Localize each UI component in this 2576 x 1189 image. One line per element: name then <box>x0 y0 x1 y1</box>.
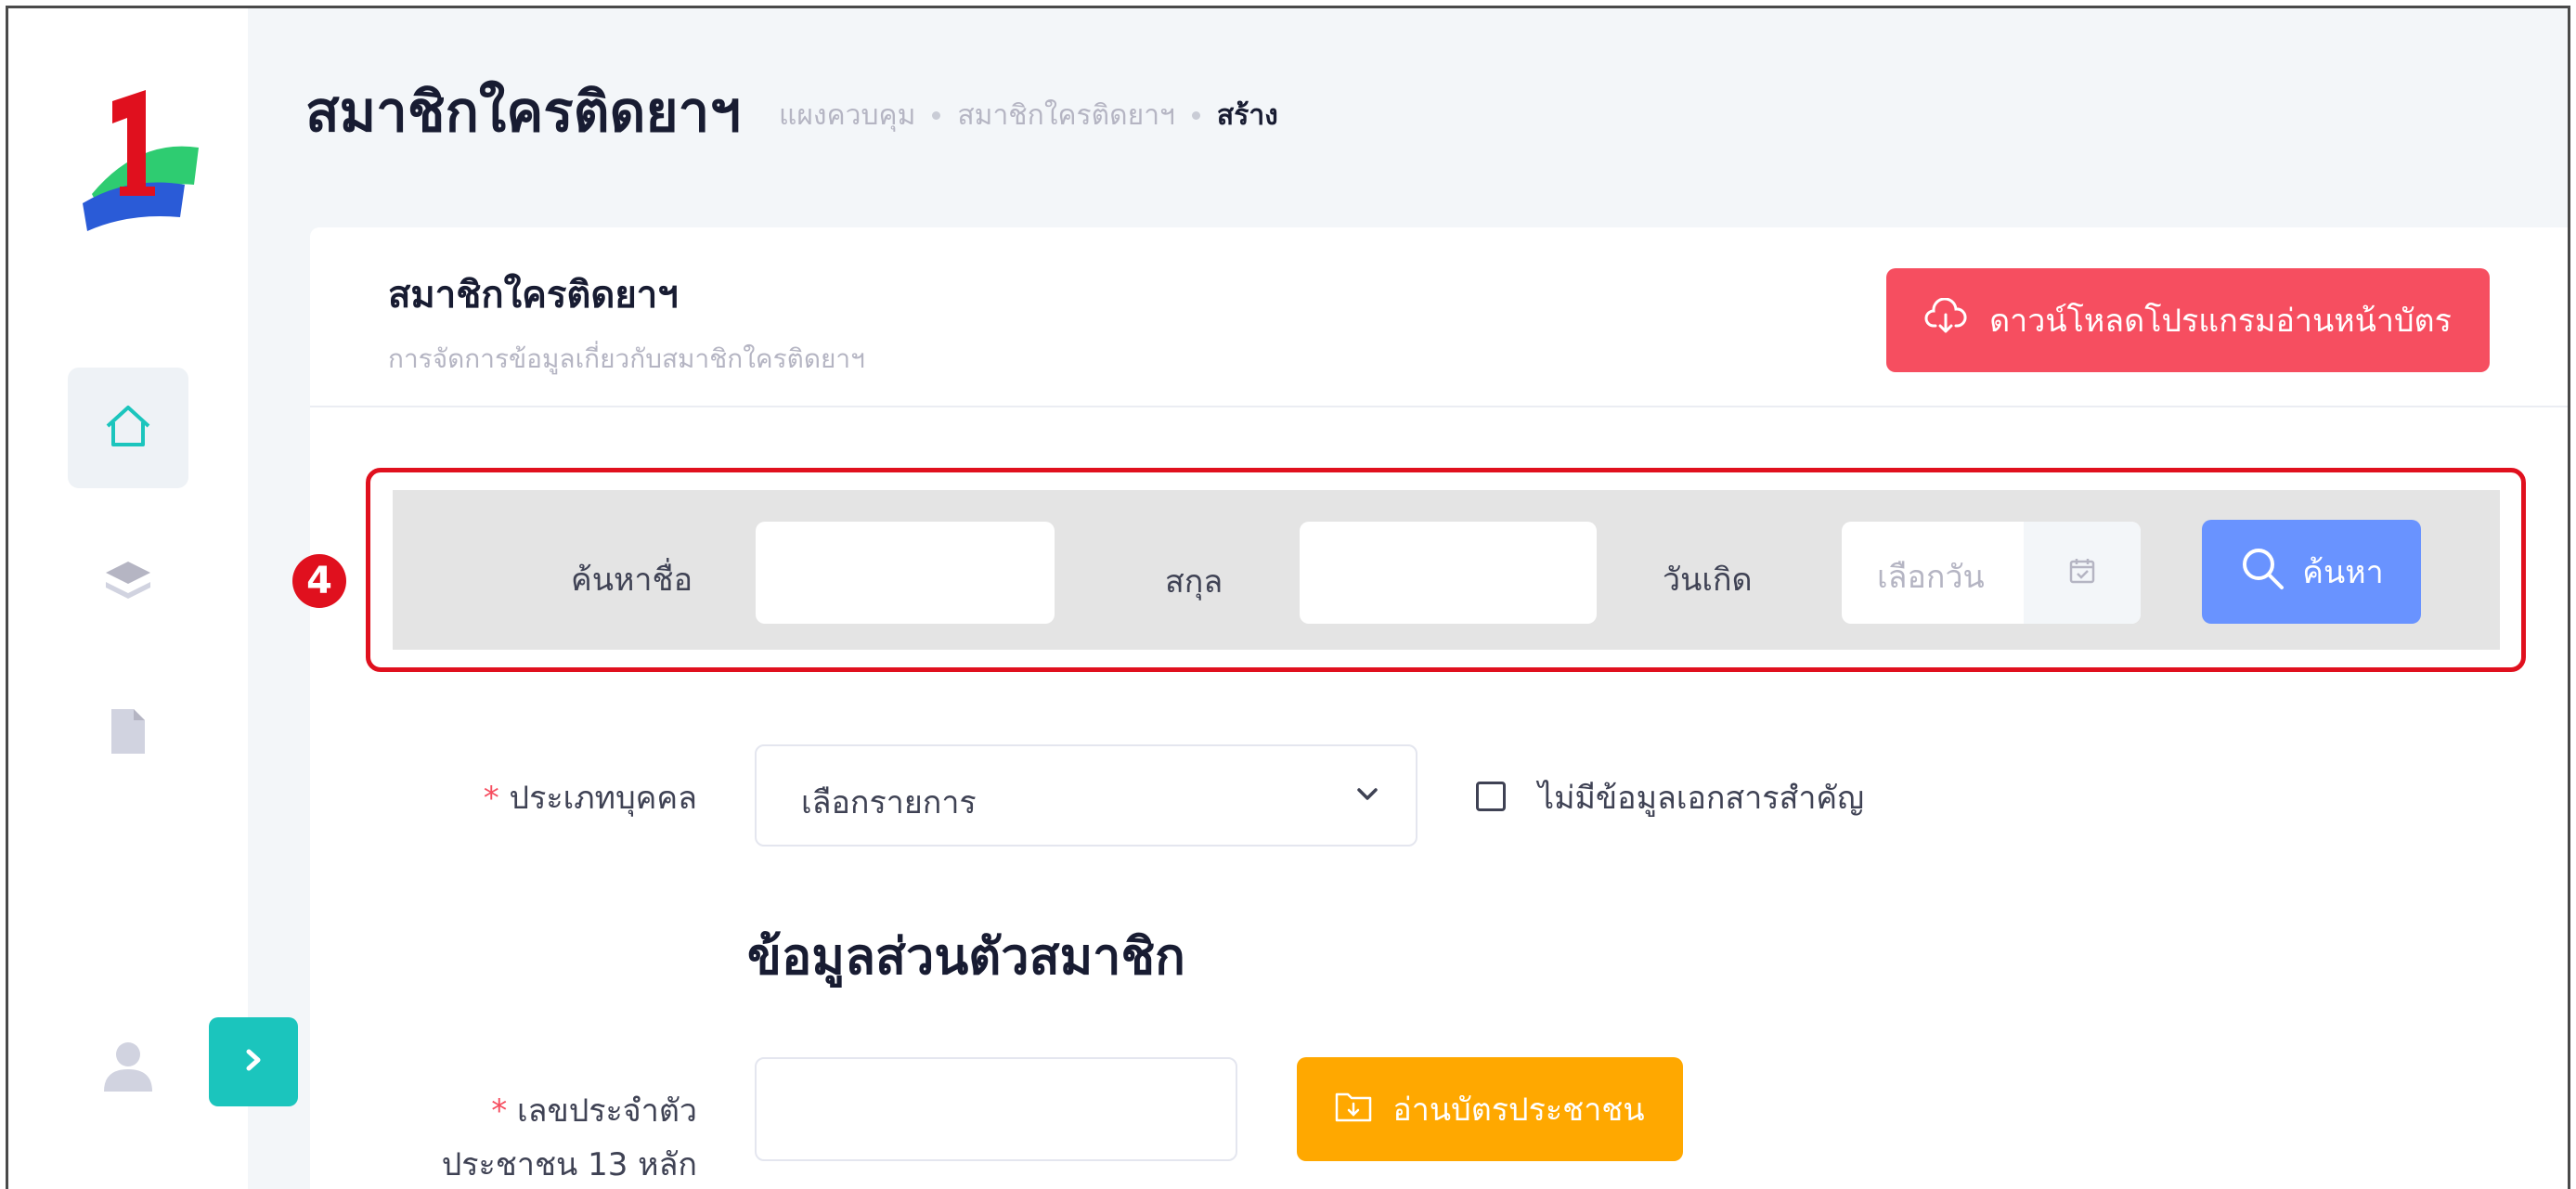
breadcrumb: แผงควบคุม สมาชิกใครติดยาฯ สร้าง <box>779 94 1278 137</box>
search-button-label: ค้นหา <box>2302 554 2384 591</box>
search-surname-label: สกุล <box>1165 563 1223 601</box>
card-title: สมาชิกใครติดยาฯ <box>388 274 679 317</box>
search-icon <box>2239 545 2285 600</box>
no-document-label[interactable]: ไม่มีข้อมูลเอกสารสำคัญ <box>1538 772 1864 822</box>
id-number-input[interactable] <box>755 1057 1237 1161</box>
breadcrumb-separator <box>932 111 941 120</box>
file-icon <box>110 707 147 759</box>
person-type-label: * ประเภทบุคคล <box>483 780 697 817</box>
search-birthdate-label: วันเกิด <box>1663 562 1753 599</box>
birthdate-picker[interactable]: เลือกวัน <box>1842 522 2141 624</box>
breadcrumb-members[interactable]: สมาชิกใครติดยาฯ <box>957 94 1175 137</box>
id-card-icon <box>1335 1089 1372 1131</box>
person-type-select[interactable]: เลือกรายการ <box>755 744 1417 847</box>
chevron-right-icon <box>239 1046 267 1078</box>
section-title: ข้อมูลส่วนตัวสมาชิก <box>747 927 1185 986</box>
sidebar-item-home[interactable] <box>68 368 188 488</box>
person-type-selected: เลือกรายการ <box>801 784 977 821</box>
sidebar-item-layers[interactable] <box>68 522 188 642</box>
required-mark: * <box>483 780 499 817</box>
calendar-icon <box>2068 557 2096 588</box>
search-surname-input[interactable] <box>1300 522 1597 624</box>
card-subtitle: การจัดการข้อมูลเกี่ยวกับสมาชิกใครติดยาฯ <box>388 343 865 374</box>
search-name-input[interactable] <box>756 522 1055 624</box>
search-name-label: ค้นหาชื่อ <box>571 562 693 599</box>
cloud-download-icon <box>1924 297 1967 343</box>
search-button[interactable]: ค้นหา <box>2202 520 2421 624</box>
id-number-label-line2: ประชาชน 13 หลัก <box>441 1146 697 1183</box>
breadcrumb-current: สร้าง <box>1216 99 1278 132</box>
read-id-card-label: อ่านบัตรประชาชน <box>1392 1092 1645 1129</box>
step-marker: 4 <box>292 554 346 608</box>
read-id-card-button[interactable]: อ่านบัตรประชาชน <box>1297 1057 1683 1161</box>
download-reader-label: ดาวน์โหลดโปรแกรมอ่านหน้าบัตร <box>1989 303 2452 340</box>
page-title: สมาชิกใครติดยาฯ <box>305 80 742 145</box>
user-icon <box>100 1038 156 1097</box>
required-mark: * <box>491 1092 508 1130</box>
sidebar <box>8 8 248 1189</box>
id-number-label: * เลขประจำตัว <box>491 1092 697 1130</box>
app-frame: สมาชิกใครติดยาฯ แผงควบคุม สมาชิกใครติดยา… <box>6 6 2570 1189</box>
logo[interactable] <box>73 83 203 231</box>
calendar-button[interactable] <box>2024 522 2141 624</box>
home-icon <box>104 404 152 452</box>
sidebar-item-documents[interactable] <box>68 673 188 794</box>
sidebar-toggle-button[interactable] <box>209 1017 298 1106</box>
download-reader-button[interactable]: ดาวน์โหลดโปรแกรมอ่านหน้าบัตร <box>1886 268 2490 372</box>
breadcrumb-dashboard[interactable]: แผงควบคุม <box>779 94 915 137</box>
main-card: สมาชิกใครติดยาฯ การจัดการข้อมูลเกี่ยวกับ… <box>310 227 2568 1189</box>
no-document-checkbox[interactable] <box>1476 782 1506 811</box>
chevron-down-icon <box>1356 787 1379 806</box>
sidebar-user[interactable] <box>68 1007 188 1128</box>
layers-icon <box>104 558 152 606</box>
breadcrumb-separator <box>1191 111 1200 120</box>
birthdate-placeholder: เลือกวัน <box>1877 559 1985 596</box>
card-header: สมาชิกใครติดยาฯ การจัดการข้อมูลเกี่ยวกับ… <box>310 227 2568 407</box>
